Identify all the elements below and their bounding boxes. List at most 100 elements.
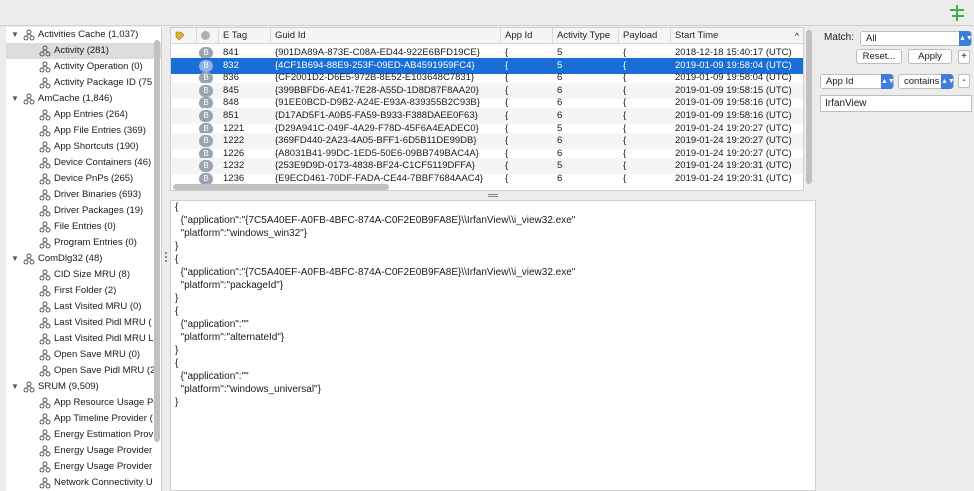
tree-group[interactable]: ▼ AmCache (1,846): [6, 91, 161, 107]
tree-group[interactable]: ▼ ComDlg32 (48): [6, 251, 161, 267]
col-header-activity-type[interactable]: Activity Type: [553, 28, 619, 44]
node-icon: [39, 77, 51, 89]
tree-item[interactable]: Energy Estimation Prov: [6, 427, 161, 443]
node-icon: [39, 333, 51, 345]
tree-item-label: Last Visited Pidl MRU (: [54, 317, 152, 328]
col-header-etag[interactable]: E Tag: [219, 28, 271, 44]
json-line: "platform":"windows_universal"}: [175, 384, 321, 395]
col-header-payload[interactable]: Payload: [619, 28, 671, 44]
tree-item[interactable]: Device Containers (46): [6, 155, 161, 171]
node-icon: [39, 477, 51, 489]
node-icon: [39, 125, 51, 137]
node-icon: [39, 445, 51, 457]
tree-item[interactable]: Activity Package ID (75: [6, 75, 161, 91]
tag-icon: [175, 31, 185, 41]
json-line: }: [175, 345, 179, 356]
tree-item[interactable]: First Folder (2): [6, 283, 161, 299]
tree-item[interactable]: App Resource Usage Pr: [6, 395, 161, 411]
tree-item-label: Open Save Pidl MRU (2: [54, 365, 156, 376]
tree-item[interactable]: App Shortcuts (190): [6, 139, 161, 155]
tree-item[interactable]: Driver Packages (19): [6, 203, 161, 219]
tree-item-label: Energy Usage Provider: [54, 461, 153, 472]
sidebar-scrollbar[interactable]: [154, 40, 160, 442]
tree-item[interactable]: Device PnPs (265): [6, 171, 161, 187]
tree-item-label: App Timeline Provider (: [54, 413, 153, 424]
cell-payload: {: [623, 173, 627, 184]
tree-item-label: Driver Packages (19): [54, 205, 144, 216]
apply-button[interactable]: Apply: [908, 49, 952, 64]
disclosure-triangle-icon[interactable]: ▼: [10, 251, 20, 267]
cell-appid: {: [505, 173, 509, 184]
col-header-app-id[interactable]: App Id: [501, 28, 553, 44]
tree-item-label: Device PnPs (265): [54, 173, 134, 184]
node-icon: [39, 317, 51, 329]
tree-item[interactable]: Energy Usage Provider: [6, 443, 161, 459]
tree-item-label: SRUM (9,509): [38, 381, 99, 392]
tree-item[interactable]: Energy Usage Provider: [6, 459, 161, 475]
node-icon: [39, 413, 51, 425]
tree-item-label: Activities Cache (1,037): [38, 29, 139, 40]
match-select[interactable]: All ▲▼: [860, 31, 973, 46]
json-line: {: [175, 202, 179, 213]
add-filter-icon[interactable]: [948, 4, 966, 22]
table-json-splitter[interactable]: [170, 192, 806, 200]
tree-item-label: App Entries (264): [54, 109, 128, 120]
records-table: E Tag Guid Id App Id Activity Type Paylo…: [170, 27, 804, 191]
table-horizontal-scrollbar[interactable]: [173, 184, 389, 190]
tree-item[interactable]: Activity (281): [6, 43, 161, 59]
node-icon: [39, 61, 51, 73]
operator-select[interactable]: contains ▲▼: [898, 74, 955, 89]
tree-item-label: CID Size MRU (8): [54, 269, 131, 280]
tree-item[interactable]: File Entries (0): [6, 219, 161, 235]
tree-item[interactable]: Program Entries (0): [6, 235, 161, 251]
sidebar-tree: ▼ Activities Cache (1,037) Activity (281) A…: [6, 27, 162, 491]
node-icon: [39, 189, 51, 201]
remove-condition-button[interactable]: -: [958, 74, 970, 88]
json-line: "platform":"alternateId"}: [175, 332, 285, 343]
tree-group[interactable]: ▼ Activities Cache (1,037): [6, 27, 161, 43]
json-line: {: [175, 306, 179, 317]
tree-item[interactable]: Last Visited Pidl MRU (: [6, 315, 161, 331]
tree-group[interactable]: ▼ SRUM (9,509): [6, 379, 161, 395]
tree-item[interactable]: Network Connectivity U: [6, 475, 161, 491]
match-select-value: All: [866, 33, 877, 44]
sidebar-splitter-handle[interactable]: [164, 250, 168, 264]
tree-item[interactable]: CID Size MRU (8): [6, 267, 161, 283]
status-column-header[interactable]: [197, 28, 219, 44]
operator-select-value: contains: [904, 76, 940, 87]
col-header-guid-id[interactable]: Guid Id: [271, 28, 501, 44]
tree-item[interactable]: Open Save MRU (0): [6, 347, 161, 363]
col-header-start-time[interactable]: Start Time ^: [671, 28, 803, 44]
add-condition-button[interactable]: +: [958, 50, 970, 64]
tree-item[interactable]: Activity Operation (0): [6, 59, 161, 75]
filter-value-input[interactable]: IrfanView: [820, 95, 972, 112]
tree-item[interactable]: Open Save Pidl MRU (2: [6, 363, 161, 379]
node-icon: [39, 205, 51, 217]
node-icon: [23, 93, 35, 105]
tree-item[interactable]: App File Entries (369): [6, 123, 161, 139]
node-icon: [23, 29, 35, 41]
toolbar: [0, 0, 974, 26]
field-select-value: App Id: [826, 76, 854, 87]
json-line: {"application":"": [175, 371, 249, 382]
node-icon: [39, 285, 51, 297]
tree-item[interactable]: Last Visited MRU (0): [6, 299, 161, 315]
table-vertical-scrollbar[interactable]: [806, 30, 812, 184]
disclosure-triangle-icon[interactable]: ▼: [10, 379, 20, 395]
tree-item-label: Program Entries (0): [54, 237, 137, 248]
tree-item[interactable]: App Entries (264): [6, 107, 161, 123]
status-circle-icon: [201, 31, 210, 40]
chevron-updown-icon: ▲▼: [941, 74, 955, 89]
tree-item[interactable]: Driver Binaries (693): [6, 187, 161, 203]
disclosure-triangle-icon[interactable]: ▼: [10, 91, 20, 107]
field-select[interactable]: App Id ▲▼: [820, 74, 895, 89]
tree-item[interactable]: Last Visited Pidl MRU L: [6, 331, 161, 347]
reset-button[interactable]: Reset...: [856, 49, 902, 64]
json-line: }: [175, 397, 179, 408]
node-icon: [39, 109, 51, 121]
node-icon: [39, 461, 51, 473]
node-icon: [39, 141, 51, 153]
tree-item[interactable]: App Timeline Provider (: [6, 411, 161, 427]
tag-column-header[interactable]: [171, 28, 197, 44]
disclosure-triangle-icon[interactable]: ▼: [10, 27, 20, 43]
